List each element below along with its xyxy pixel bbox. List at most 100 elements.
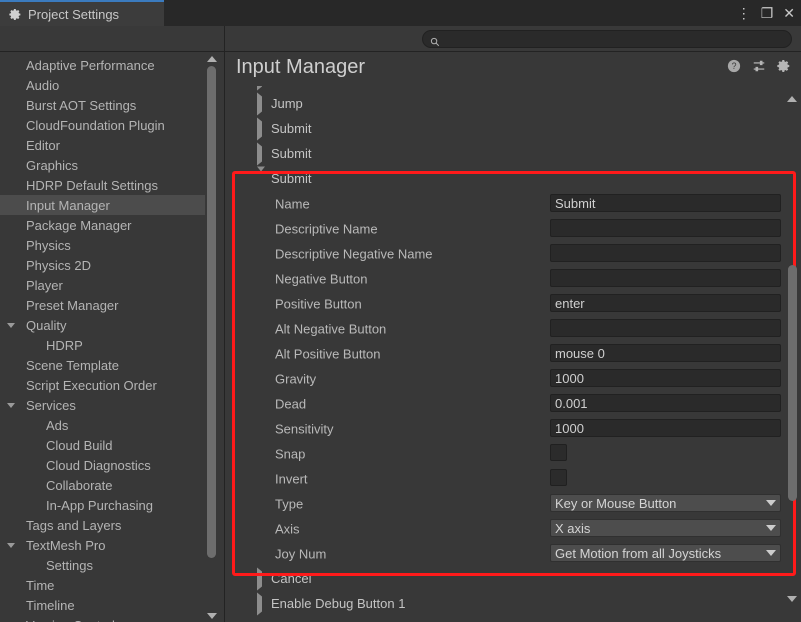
dropdown[interactable]: Get Motion from all Joysticks (550, 544, 781, 562)
unity-project-settings-window: Project Settings ⋮ ❐ ✕ Adaptive Performa… (0, 0, 801, 622)
sidebar-item-version-control[interactable]: Version Control (0, 615, 206, 622)
detail-scroll-up-icon[interactable] (787, 79, 797, 102)
text-field[interactable] (550, 194, 781, 212)
property-row: Dead (226, 391, 801, 416)
detail-scroll-thumb[interactable] (788, 265, 797, 501)
dropdown-value: X axis (555, 520, 591, 536)
sidebar-item-timeline[interactable]: Timeline (0, 595, 206, 615)
sidebar-item-input-manager[interactable]: Input Manager (0, 195, 206, 215)
sidebar-scroll-thumb[interactable] (207, 66, 216, 558)
sidebar-item-ads[interactable]: Ads (0, 415, 206, 435)
scroll-up-icon[interactable] (206, 53, 217, 64)
scroll-down-icon[interactable] (206, 610, 217, 621)
property-row: Descriptive Negative Name (226, 241, 801, 266)
svg-text:?: ? (732, 61, 737, 71)
chevron-right-icon[interactable] (257, 117, 262, 140)
sidebar-item-settings[interactable]: Settings (0, 555, 206, 575)
dropdown[interactable]: Key or Mouse Button (550, 494, 781, 512)
sidebar-item-label: Cloud Diagnostics (46, 457, 151, 473)
sidebar-item-scene-template[interactable]: Scene Template (0, 355, 206, 375)
text-field[interactable] (550, 244, 781, 262)
window-menu-icon[interactable]: ⋮ (737, 6, 751, 20)
sidebar-item-audio[interactable]: Audio (0, 75, 206, 95)
sidebar-item-textmesh-pro[interactable]: TextMesh Pro (0, 535, 206, 555)
sidebar-item-graphics[interactable]: Graphics (0, 155, 206, 175)
sidebar-item-hdrp-default-settings[interactable]: HDRP Default Settings (0, 175, 206, 195)
sidebar-item-label: Script Execution Order (26, 377, 157, 393)
chevron-right-icon[interactable] (257, 567, 262, 590)
page-header: Input Manager ? (226, 52, 801, 82)
gear-icon (9, 8, 22, 21)
sidebar-item-quality[interactable]: Quality (0, 315, 206, 335)
property-label: Descriptive Name (275, 221, 378, 236)
chevron-down-icon[interactable] (257, 166, 265, 186)
text-field[interactable] (550, 219, 781, 237)
sidebar-item-package-manager[interactable]: Package Manager (0, 215, 206, 235)
sidebar-item-physics-2d[interactable]: Physics 2D (0, 255, 206, 275)
foldout-row[interactable]: Submit (226, 166, 801, 191)
sidebar-item-label: Cloud Build (46, 437, 113, 453)
sidebar-item-label: Editor (26, 137, 60, 153)
chevron-down-icon (4, 322, 18, 328)
foldout-row[interactable]: Cancel (226, 566, 801, 591)
foldout-row[interactable]: Submit (226, 116, 801, 141)
sidebar-item-burst-aot-settings[interactable]: Burst AOT Settings (0, 95, 206, 115)
sidebar-item-collaborate[interactable]: Collaborate (0, 475, 206, 495)
maximize-icon[interactable]: ❐ (761, 6, 774, 20)
sidebar-scrollbar[interactable] (205, 52, 218, 622)
property-row: Joy Num Get Motion from all Joysticks (226, 541, 801, 566)
tab-project-settings[interactable]: Project Settings (0, 0, 164, 26)
sidebar-item-hdrp[interactable]: HDRP (0, 335, 206, 355)
property-row: Descriptive Name (226, 216, 801, 241)
property-label: Alt Positive Button (275, 346, 381, 361)
text-field[interactable] (550, 419, 781, 437)
sidebar-item-label: HDRP (46, 337, 83, 353)
detail-scroll-down-icon[interactable] (787, 596, 797, 620)
text-field[interactable] (550, 344, 781, 362)
chevron-right-icon[interactable] (257, 142, 262, 165)
axes-list: Fire3JumpSubmitSubmitSubmitNameDescripti… (226, 79, 801, 622)
search-input[interactable] (445, 32, 775, 46)
sidebar-item-label: Ads (46, 417, 69, 433)
sidebar-item-time[interactable]: Time (0, 575, 206, 595)
search-box[interactable] (422, 30, 792, 48)
text-field[interactable] (550, 294, 781, 312)
sidebar-item-label: Quality (26, 317, 67, 333)
gear-icon[interactable] (777, 59, 791, 73)
sidebar-item-player[interactable]: Player (0, 275, 206, 295)
sidebar-item-label: Burst AOT Settings (26, 97, 137, 113)
checkbox[interactable] (550, 469, 567, 486)
sidebar-item-editor[interactable]: Editor (0, 135, 206, 155)
checkbox[interactable] (550, 444, 567, 461)
foldout-row[interactable]: Enable Debug Button 1 (226, 591, 801, 616)
sidebar-item-cloud-diagnostics[interactable]: Cloud Diagnostics (0, 455, 206, 475)
sidebar-item-label: Physics 2D (26, 257, 92, 273)
foldout-row[interactable]: Submit (226, 141, 801, 166)
detail-scrollbar[interactable] (786, 79, 799, 622)
preset-icon[interactable] (752, 59, 766, 73)
sidebar-item-in-app-purchasing[interactable]: In-App Purchasing (0, 495, 206, 515)
text-field[interactable] (550, 369, 781, 387)
property-label: Snap (275, 446, 306, 461)
sidebar-item-preset-manager[interactable]: Preset Manager (0, 295, 206, 315)
sidebar-item-script-execution-order[interactable]: Script Execution Order (0, 375, 206, 395)
sidebar-item-tags-and-layers[interactable]: Tags and Layers (0, 515, 206, 535)
help-icon[interactable]: ? (727, 59, 741, 73)
text-field[interactable] (550, 269, 781, 287)
sidebar-item-label: TextMesh Pro (26, 537, 106, 553)
text-field[interactable] (550, 319, 781, 337)
property-row: Alt Negative Button (226, 316, 801, 341)
dropdown[interactable]: X axis (550, 519, 781, 537)
chevron-right-icon[interactable] (257, 92, 262, 115)
sidebar-item-physics[interactable]: Physics (0, 235, 206, 255)
search-icon (430, 34, 440, 47)
foldout-row[interactable]: Jump (226, 91, 801, 116)
sidebar-item-adaptive-performance[interactable]: Adaptive Performance (0, 55, 206, 75)
sidebar-item-services[interactable]: Services (0, 395, 206, 415)
sidebar-item-cloud-build[interactable]: Cloud Build (0, 435, 206, 455)
sidebar-item-cloudfoundation-plugin[interactable]: CloudFoundation Plugin (0, 115, 206, 135)
chevron-right-icon[interactable] (257, 592, 262, 615)
content-top-clip (226, 79, 801, 86)
text-field[interactable] (550, 394, 781, 412)
close-icon[interactable]: ✕ (783, 6, 795, 20)
